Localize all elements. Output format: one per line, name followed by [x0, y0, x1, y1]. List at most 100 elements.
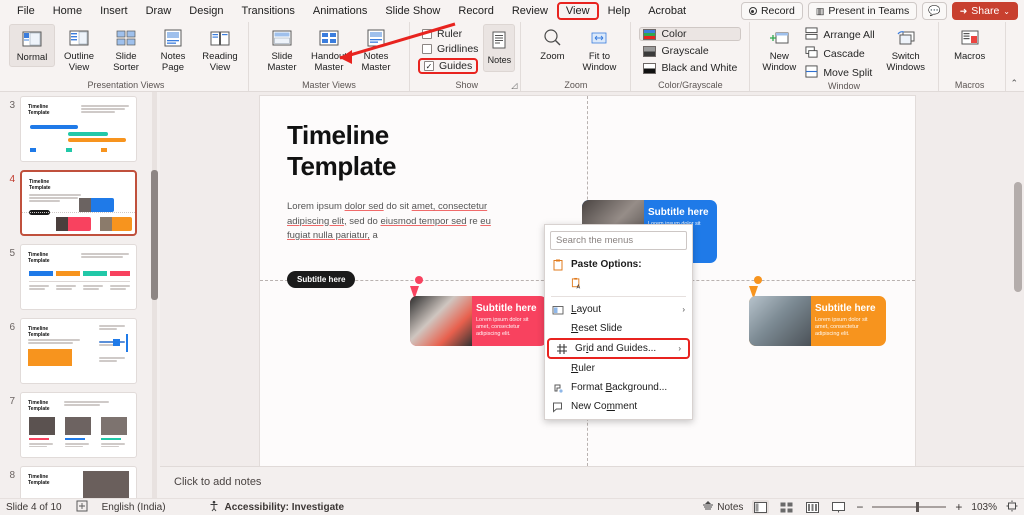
zoom-button[interactable]: Zoom — [529, 24, 575, 65]
menu-item-paste-keep-text[interactable]: A — [545, 274, 692, 293]
menu-search-input[interactable]: Search the menus — [550, 231, 687, 250]
slide-thumbnail-panel[interactable]: 3 TimelineTemplate 4 TimelineTemplate — [0, 92, 160, 498]
slide-thumbnail[interactable]: Timeline Template — [20, 244, 137, 310]
slide-thumbnail[interactable]: Timeline Template — [20, 318, 137, 384]
view-button-slideshow[interactable] — [830, 500, 847, 514]
zoom-level-label[interactable]: 103% — [971, 502, 997, 513]
notes-master-button[interactable]: Notes Master — [353, 24, 399, 75]
menu-tab-help[interactable]: Help — [599, 2, 640, 20]
gridlines-checkbox-row[interactable]: Gridlines — [422, 43, 478, 55]
menu-tab-draw[interactable]: Draw — [137, 2, 181, 20]
zoom-slider-handle[interactable] — [916, 502, 920, 512]
ribbon-group-label-macros: Macros — [954, 80, 985, 90]
menu-item-reset-slide[interactable]: Reset Slide — [545, 319, 692, 338]
timeline-dot-orange[interactable] — [754, 276, 762, 284]
slide-thumbnail-active[interactable]: Timeline Template — [20, 170, 137, 236]
menu-tab-review[interactable]: Review — [503, 2, 557, 20]
menu-item-grid-and-guides[interactable]: Grid and Guides... › — [547, 338, 690, 359]
notes-toggle-button[interactable]: Notes — [702, 500, 743, 515]
share-button[interactable]: ➜ Share ⌄ — [951, 2, 1018, 20]
menu-tab-transitions[interactable]: Transitions — [233, 2, 304, 20]
menu-tab-acrobat[interactable]: Acrobat — [639, 2, 695, 20]
color-option-grayscale[interactable]: Grayscale — [639, 44, 741, 58]
new-comment-icon — [552, 401, 564, 413]
fit-slide-icon[interactable] — [1006, 500, 1018, 515]
guides-checkbox[interactable]: ✓ — [424, 61, 434, 71]
gridlines-checkbox[interactable] — [422, 44, 432, 54]
menu-item-layout[interactable]: Layout › — [545, 300, 692, 319]
slide-vertical-scrollbar[interactable] — [1012, 92, 1024, 498]
accessibility-check-icon[interactable] — [76, 500, 88, 515]
macros-button[interactable]: Macros — [947, 24, 993, 65]
zoom-in-button[interactable]: + — [955, 500, 962, 514]
red-card[interactable]: Subtitle here Lorem ipsum dolor sit amet… — [410, 296, 547, 346]
orange-card[interactable]: Subtitle here Lorem ipsum dolor sit amet… — [749, 296, 886, 346]
color-option-color[interactable]: Color — [639, 27, 742, 41]
color-option-black-and-white[interactable]: Black and White — [639, 61, 741, 75]
switch-windows-button[interactable]: Switch Windows — [882, 24, 930, 75]
slide-title[interactable]: Timeline Template — [287, 120, 396, 182]
slide-sorter-button[interactable]: Slide Sorter — [103, 24, 149, 75]
thumbnail-row-5[interactable]: 5 Timeline Template — [0, 244, 160, 310]
view-button-normal[interactable] — [752, 500, 770, 514]
menu-tab-view[interactable]: View — [556, 2, 599, 20]
slide-master-label: Slide Master — [267, 51, 297, 73]
language-indicator[interactable]: English (India) — [102, 502, 166, 513]
menu-tab-animations[interactable]: Animations — [304, 2, 376, 20]
context-menu[interactable]: Search the menus Paste Options: A Layout… — [544, 224, 693, 420]
ruler-checkbox[interactable] — [422, 29, 432, 39]
menu-tab-file[interactable]: File — [8, 2, 44, 20]
handout-master-button[interactable]: Handout Master — [306, 24, 352, 75]
thumbnail-row-4[interactable]: 4 Timeline Template — [0, 170, 160, 236]
ruler-checkbox-row[interactable]: Ruler — [422, 28, 478, 40]
menu-item-ruler[interactable]: Ruler — [545, 359, 692, 378]
move-split-button[interactable]: Move Split — [805, 65, 874, 81]
collapse-ribbon-icon[interactable]: ⌃ — [1010, 78, 1018, 89]
slide-master-button[interactable]: Slide Master — [259, 24, 305, 75]
slide-thumbnail[interactable]: Timeline Template — [20, 392, 137, 458]
view-button-slide-sorter[interactable] — [778, 500, 795, 514]
menu-tab-record[interactable]: Record — [449, 2, 502, 20]
menu-tab-slide-show[interactable]: Slide Show — [376, 2, 449, 20]
notes-page-button[interactable]: Notes Page — [150, 24, 196, 75]
normal-view-button[interactable]: Normal — [9, 24, 55, 67]
thumbnail-number: 7 — [9, 396, 15, 407]
view-button-reading[interactable] — [804, 500, 821, 514]
arrange-all-button[interactable]: Arrange All — [805, 27, 875, 43]
menu-tab-insert[interactable]: Insert — [91, 2, 137, 20]
thumbnail-row-8[interactable]: 8 Timeline Template — [0, 466, 160, 498]
new-window-button[interactable]: New Window — [758, 24, 800, 75]
reading-view-button[interactable]: Reading View — [197, 24, 243, 75]
macros-icon — [958, 26, 982, 50]
fit-to-window-button[interactable]: Fit to Window — [576, 24, 622, 75]
zoom-slider[interactable] — [872, 502, 947, 512]
timeline-dot-red[interactable] — [415, 276, 423, 284]
menu-item-new-comment[interactable]: New Comment — [545, 397, 692, 416]
notes-pane[interactable]: Click to add notes — [160, 466, 1024, 498]
present-in-teams-button[interactable]: ▥ Present in Teams — [807, 2, 918, 20]
notes-button[interactable]: Notes — [483, 24, 516, 72]
thumbnail-row-7[interactable]: 7 Timeline Template — [0, 392, 160, 458]
outline-view-button[interactable]: Outline View — [56, 24, 102, 75]
slide-indicator[interactable]: Slide 4 of 10 — [6, 502, 62, 513]
slide-thumbnail[interactable]: Timeline Template — [20, 466, 137, 498]
guides-checkbox-row[interactable]: ✓ Guides — [418, 58, 479, 74]
thumbnail-scrollbar[interactable] — [151, 92, 158, 498]
record-button[interactable]: Record — [740, 2, 803, 20]
menu-tab-home[interactable]: Home — [44, 2, 91, 20]
slide-thumbnail[interactable]: Timeline Template — [20, 96, 137, 162]
comments-button[interactable]: 💬 — [922, 2, 947, 20]
menu-tab-design[interactable]: Design — [180, 2, 232, 20]
zoom-out-button[interactable]: − — [856, 500, 863, 514]
normal-view-icon — [20, 27, 44, 51]
color-option-bw-label: Black and White — [661, 62, 738, 74]
slide-body-text[interactable]: Lorem ipsum dolor sed do sit amet, conse… — [287, 200, 502, 244]
show-dialog-launcher-icon[interactable]: ◿ — [511, 81, 517, 90]
accessibility-status[interactable]: Accessibility: Investigate — [208, 500, 344, 515]
zoom-icon — [540, 26, 564, 50]
menu-item-format-background[interactable]: Format Background... — [545, 378, 692, 397]
thumbnail-row-6[interactable]: 6 Timeline Template — [0, 318, 160, 384]
cascade-button[interactable]: Cascade — [805, 46, 874, 62]
thumbnail-row-3[interactable]: 3 Timeline Template — [0, 96, 160, 162]
subtitle-pill[interactable]: Subtitle here — [287, 271, 356, 288]
